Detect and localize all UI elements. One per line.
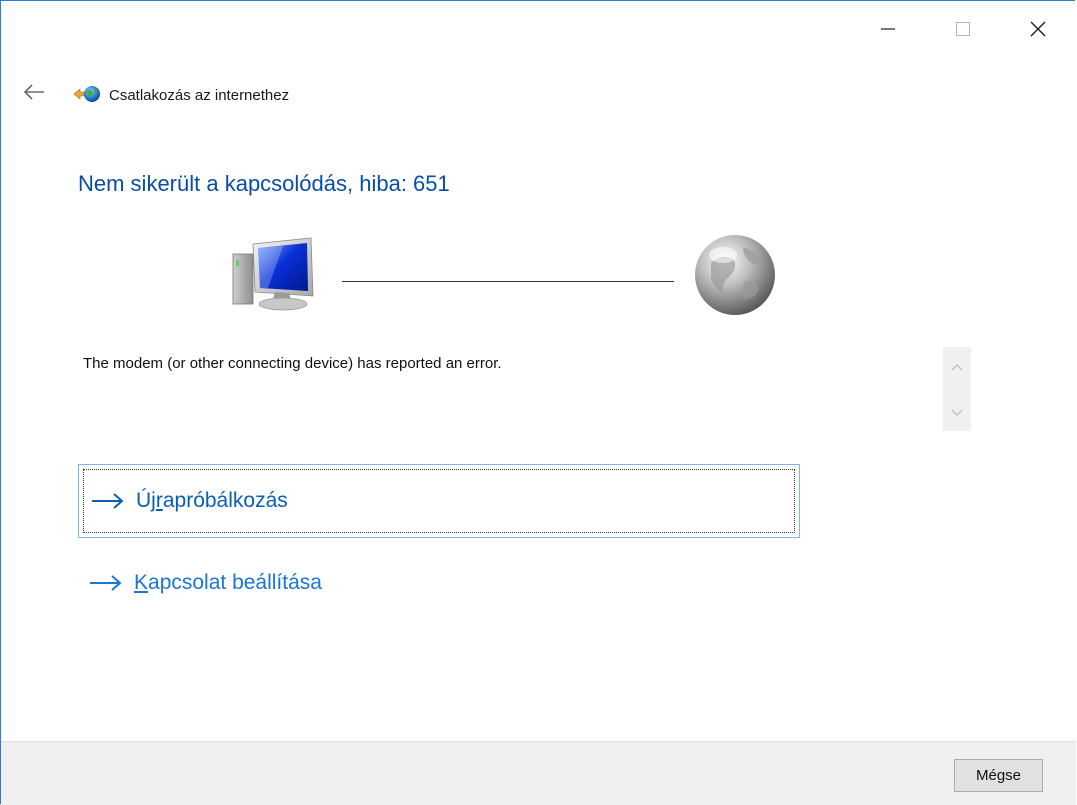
computer-icon [232, 237, 314, 311]
scroll-down-icon[interactable] [951, 409, 963, 417]
connection-setup-mnemonic: K [134, 571, 149, 594]
retry-label: Újrapróbálkozás [136, 489, 288, 512]
connection-setup-label: Kapcsolat beállítása [134, 571, 322, 594]
error-message: The modem (or other connecting device) h… [83, 355, 502, 372]
dialog-footer: Mégse [1, 741, 1076, 805]
back-arrow-icon[interactable] [23, 84, 45, 100]
minimize-icon [880, 28, 895, 30]
maximize-icon [955, 22, 970, 36]
network-globe-icon [73, 86, 100, 102]
window-title: Csatlakozás az internethez [109, 87, 290, 104]
message-scrollbar[interactable] [943, 347, 971, 431]
globe-icon [695, 235, 775, 315]
connection-setup-command-link[interactable]: Kapcsolat beállítása [78, 561, 800, 605]
arrow-right-icon [90, 575, 122, 591]
connect-dialog-window: Csatlakozás az internethez Nem sikerült … [0, 0, 1076, 805]
arrow-right-icon [92, 493, 124, 509]
retry-command-link[interactable]: Újrapróbálkozás [78, 464, 800, 538]
close-button[interactable] [1000, 1, 1075, 57]
retry-mnemonic: r [155, 489, 163, 512]
scroll-up-icon[interactable] [951, 363, 963, 371]
window-controls [850, 1, 1075, 57]
minimize-button[interactable] [850, 1, 925, 57]
page-title: Nem sikerült a kapcsolódás, hiba: 651 [78, 171, 450, 196]
cancel-button[interactable]: Mégse [954, 759, 1043, 792]
maximize-button[interactable] [925, 1, 1000, 57]
connection-line [342, 281, 674, 282]
close-icon [1030, 21, 1045, 37]
